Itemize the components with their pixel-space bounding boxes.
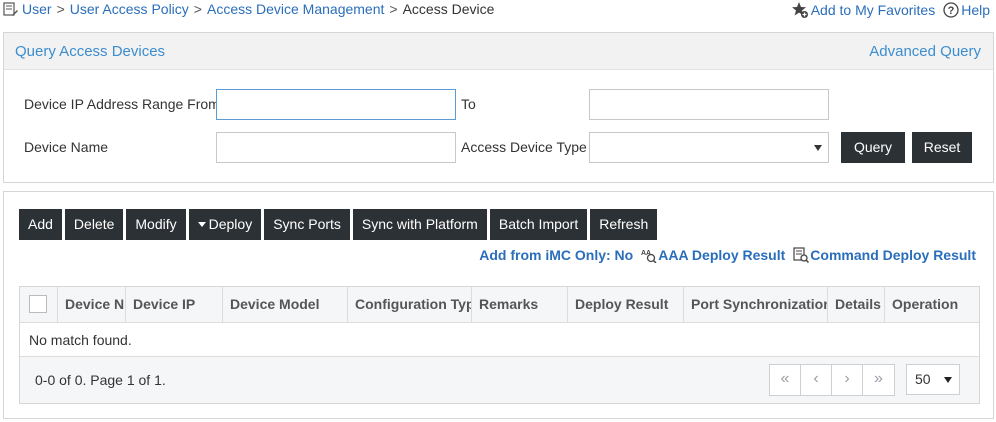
empty-table-message: No match found. (20, 323, 979, 357)
device-list-panel: Add Delete Modify Deploy Sync Ports Sync… (3, 191, 994, 419)
sync-with-platform-button[interactable]: Sync with Platform (352, 209, 487, 240)
ip-range-from-label: Device IP Address Range From (24, 96, 220, 112)
ip-range-to-input[interactable] (589, 89, 829, 120)
refresh-button[interactable]: Refresh (590, 209, 658, 240)
svg-text:?: ? (948, 5, 955, 17)
user-policy-icon (3, 2, 18, 16)
breadcrumb-current: Access Device (402, 1, 495, 17)
sync-ports-button[interactable]: Sync Ports (264, 209, 350, 240)
previous-page-button[interactable]: ‹ (801, 365, 832, 395)
query-panel-title: Query Access Devices (15, 43, 166, 60)
pagination-info: 0-0 of 0. Page 1 of 1. (35, 372, 166, 388)
breadcrumb: User > User Access Policy > Access Devic… (3, 1, 494, 17)
breadcrumb-user[interactable]: User (22, 1, 52, 17)
page-size-select[interactable]: 50 (906, 364, 960, 395)
top-right-links: Add to My Favorites ? Help (791, 1, 990, 19)
delete-button[interactable]: Delete (64, 209, 124, 240)
chevron-down-icon (944, 377, 952, 383)
page-size-value: 50 (915, 371, 931, 387)
breadcrumb-separator: > (56, 1, 65, 17)
top-bar: User > User Access Policy > Access Devic… (0, 0, 996, 22)
query-panel-header: Query Access Devices Advanced Query (4, 33, 993, 70)
deploy-dropdown-button[interactable]: Deploy (188, 209, 262, 240)
ip-range-from-input[interactable] (216, 89, 456, 120)
query-button[interactable]: Query (841, 132, 905, 163)
svg-text:AA: AA (641, 250, 651, 257)
result-links: Add from iMC Only: No AA AAA Deploy Resu… (479, 247, 976, 263)
deploy-label: Deploy (208, 216, 253, 232)
column-header-details: Details (828, 287, 885, 322)
device-table: Device N Device IP Device Model Configur… (19, 286, 980, 404)
column-header-deploy-result[interactable]: Deploy Result (568, 287, 684, 322)
device-name-input[interactable] (216, 132, 456, 163)
column-header-operation: Operation (892, 296, 959, 312)
aaa-deploy-result-link[interactable]: AAA Deploy Result (658, 247, 785, 263)
column-header-device-model[interactable]: Device Model (223, 287, 348, 322)
add-button[interactable]: Add (19, 209, 62, 240)
toolbar: Add Delete Modify Deploy Sync Ports Sync… (19, 209, 660, 240)
breadcrumb-user-access-policy[interactable]: User Access Policy (70, 1, 189, 17)
access-device-type-label: Access Device Type (461, 139, 587, 155)
help-link[interactable]: Help (961, 2, 990, 18)
column-header-remarks[interactable]: Remarks (472, 287, 568, 322)
breadcrumb-separator: > (193, 1, 202, 17)
first-page-button[interactable]: « (770, 365, 801, 395)
batch-import-button[interactable]: Batch Import (489, 209, 588, 240)
modify-button[interactable]: Modify (126, 209, 186, 240)
query-panel: Query Access Devices Advanced Query Devi… (3, 32, 994, 183)
table-header: Device N Device IP Device Model Configur… (20, 287, 979, 323)
next-page-button[interactable]: › (832, 365, 863, 395)
column-header-device-ip[interactable]: Device IP (126, 287, 223, 322)
command-deploy-result-icon (793, 247, 810, 263)
add-from-imc-only-link[interactable]: Add from iMC Only: No (479, 247, 633, 263)
select-all-cell (20, 287, 58, 322)
pagination-bar: 0-0 of 0. Page 1 of 1. « ‹ › » 50 (20, 357, 979, 403)
favorite-star-icon (791, 2, 808, 18)
column-header-port-synchronization[interactable]: Port Synchronization (684, 287, 828, 322)
chevron-down-icon (814, 145, 822, 151)
help-icon: ? (943, 2, 959, 18)
reset-button[interactable]: Reset (912, 132, 972, 163)
add-to-favorites-link[interactable]: Add to My Favorites (811, 2, 936, 18)
select-all-checkbox[interactable] (29, 295, 47, 313)
access-device-type-select[interactable] (589, 132, 829, 163)
column-header-device-name[interactable]: Device N (58, 287, 126, 322)
breadcrumb-access-device-management[interactable]: Access Device Management (207, 1, 384, 17)
device-name-label: Device Name (24, 139, 109, 155)
last-page-button[interactable]: » (863, 365, 894, 395)
ip-range-to-label: To (461, 96, 476, 112)
breadcrumb-separator: > (389, 1, 398, 17)
pagination-controls: « ‹ › » (769, 364, 895, 396)
caret-down-icon (197, 221, 206, 227)
column-header-configuration-type[interactable]: Configuration Typ (348, 287, 472, 322)
aaa-deploy-result-icon: AA (641, 247, 657, 263)
command-deploy-result-link[interactable]: Command Deploy Result (810, 247, 976, 263)
advanced-query-link[interactable]: Advanced Query (869, 43, 981, 60)
